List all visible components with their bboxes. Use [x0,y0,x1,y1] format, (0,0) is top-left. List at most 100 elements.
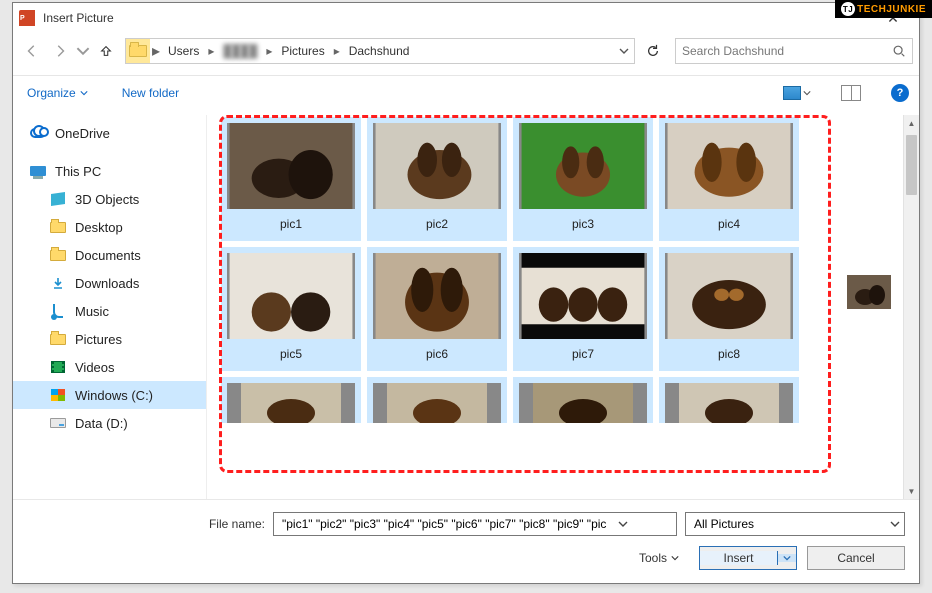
music-icon [53,304,63,318]
tools-label: Tools [639,551,667,565]
tree-label: Documents [75,248,141,263]
tree-downloads[interactable]: Downloads [13,269,206,297]
powerpoint-icon: P [19,10,35,26]
drive-icon [50,418,66,428]
image-icon [519,123,647,209]
tree-this-pc[interactable]: This PC [13,157,206,185]
file-thumbnail[interactable]: pic4 [659,117,799,241]
navigation-row: ▸ Users ▸ ████ ▸ Pictures ▸ Dachshund Se… [13,33,919,69]
image-icon [519,253,647,339]
file-thumbnail[interactable] [513,377,653,423]
tools-menu[interactable]: Tools [639,551,679,565]
view-mode-button[interactable] [783,86,811,100]
file-thumbnail[interactable]: pic7 [513,247,653,371]
filename-value: "pic1" "pic2" "pic3" "pic4" "pic5" "pic6… [274,517,614,531]
chevron-right-icon[interactable]: ▸ [263,44,275,58]
tree-label: Data (D:) [75,416,128,431]
tree-windows-c[interactable]: Windows (C:) [13,381,206,409]
crumb-users[interactable]: Users [162,39,205,63]
insert-button[interactable]: Insert [699,546,797,570]
thumbnail-grid[interactable]: pic1 pic2 pic3 pic4 pic5 pic6 pic7 pic8 [221,117,829,499]
video-icon [51,361,65,373]
image-icon [373,383,501,423]
footer: File name: "pic1" "pic2" "pic3" "pic4" "… [13,499,919,583]
file-name: pic2 [426,209,448,241]
scroll-down-icon[interactable]: ▼ [904,483,919,499]
thumbnails-icon [783,86,801,100]
filter-value: All Pictures [686,517,762,531]
image-icon [373,253,501,339]
chevron-down-icon [80,89,88,97]
tree-desktop[interactable]: Desktop [13,213,206,241]
tree-music[interactable]: Music [13,297,206,325]
file-thumbnail[interactable]: pic6 [367,247,507,371]
forward-button[interactable] [47,38,73,64]
file-name: pic6 [426,339,448,371]
back-button[interactable] [19,38,45,64]
button-row: Tools Insert Cancel [13,536,919,570]
up-button[interactable] [93,38,119,64]
tree-label: Windows (C:) [75,388,153,403]
chevron-down-icon[interactable] [614,513,632,535]
image-icon [519,383,647,423]
crumb-dachshund[interactable]: Dachshund [343,39,416,63]
image-icon [665,123,793,209]
search-placeholder: Search Dachshund [682,44,892,58]
file-name: pic8 [718,339,740,371]
file-thumbnail[interactable]: pic3 [513,117,653,241]
folder-icon [50,334,66,345]
insert-split-button[interactable] [778,554,796,562]
file-name: pic7 [572,339,594,371]
files-area: pic1 pic2 pic3 pic4 pic5 pic6 pic7 pic8 [207,115,919,499]
organize-menu[interactable]: Organize [27,86,88,100]
file-thumbnail[interactable]: pic5 [221,247,361,371]
tree-data-d[interactable]: Data (D:) [13,409,206,437]
preview-pane-button[interactable] [841,85,861,101]
cancel-button[interactable]: Cancel [807,546,905,570]
breadcrumb: Users ▸ ████ ▸ Pictures ▸ Dachshund [162,39,415,63]
crumb-user[interactable]: ████ [217,39,263,63]
refresh-button[interactable] [639,38,667,64]
address-bar[interactable]: ▸ Users ▸ ████ ▸ Pictures ▸ Dachshund [125,38,635,64]
tree-label: 3D Objects [75,192,139,207]
tree-onedrive[interactable]: OneDrive [13,119,206,147]
folder-icon [50,222,66,233]
chevron-down-icon[interactable] [886,513,904,535]
address-dropdown[interactable] [612,46,634,56]
insert-picture-dialog: P Insert Picture ✕ ▸ Users ▸ ████ ▸ Pict… [12,2,920,584]
file-thumbnail[interactable] [221,377,361,423]
file-thumbnail[interactable]: pic2 [367,117,507,241]
help-button[interactable]: ? [891,84,909,102]
file-thumbnail[interactable] [659,377,799,423]
toolbar: Organize New folder ? [13,76,919,110]
file-name: pic1 [280,209,302,241]
chevron-right-icon[interactable]: ▸ [205,44,217,58]
image-icon [373,123,501,209]
filename-input[interactable]: "pic1" "pic2" "pic3" "pic4" "pic5" "pic6… [273,512,677,536]
dialog-body: OneDrive This PC 3D Objects Desktop Docu… [13,115,919,499]
navigation-tree: OneDrive This PC 3D Objects Desktop Docu… [13,115,207,499]
scroll-up-icon[interactable]: ▲ [904,115,919,131]
chevron-right-icon[interactable]: ▸ [331,44,343,58]
watermark-badge: TJ [841,2,855,16]
crumb-pictures[interactable]: Pictures [275,39,330,63]
file-name: pic4 [718,209,740,241]
image-icon [665,383,793,423]
new-folder-button[interactable]: New folder [122,86,179,100]
search-input[interactable]: Search Dachshund [675,38,913,64]
file-thumbnail[interactable]: pic1 [221,117,361,241]
tree-pictures[interactable]: Pictures [13,325,206,353]
chevron-down-icon [803,89,811,97]
tree-videos[interactable]: Videos [13,353,206,381]
watermark: TJ TECHJUNKIE [835,0,932,18]
scrollbar[interactable]: ▲ ▼ [903,115,919,499]
file-thumbnail[interactable] [367,377,507,423]
file-thumbnail[interactable]: pic8 [659,247,799,371]
image-icon [227,253,355,339]
scroll-thumb[interactable] [906,135,917,195]
filetype-filter[interactable]: All Pictures [685,512,905,536]
chevron-right-icon[interactable]: ▸ [150,41,162,61]
recent-locations-button[interactable] [75,38,91,64]
tree-documents[interactable]: Documents [13,241,206,269]
tree-3d-objects[interactable]: 3D Objects [13,185,206,213]
